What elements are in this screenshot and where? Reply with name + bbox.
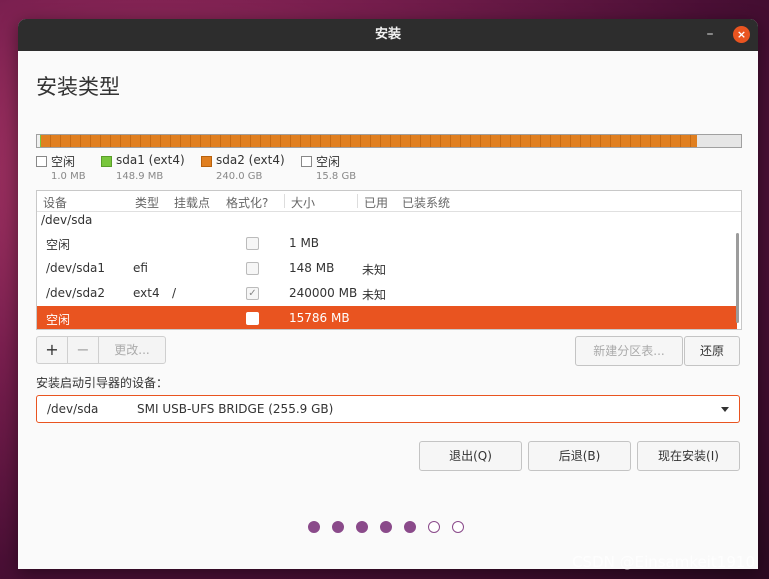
revert-button[interactable]: 还原 xyxy=(684,336,740,366)
remove-partition-button[interactable]: − xyxy=(67,336,99,364)
quit-button[interactable]: 退出(Q) xyxy=(419,441,522,471)
column-header-mount[interactable]: 挂载点 xyxy=(174,194,210,211)
cell-device: /dev/sda2 xyxy=(46,286,106,300)
cell-used: 未知 xyxy=(362,263,387,277)
bootloader-label: 安装启动引导器的设备： xyxy=(36,376,169,390)
cell-device: 空闲 xyxy=(46,238,71,252)
window-title: 安装 xyxy=(374,27,401,42)
partition-bar-sda2 xyxy=(40,135,698,147)
minimize-button[interactable]: – xyxy=(702,27,718,43)
cell-used: 未知 xyxy=(362,288,387,302)
title-bar: 安装 – × xyxy=(18,19,758,51)
legend-name: 空闲 xyxy=(316,155,341,169)
progress-dot xyxy=(308,521,320,533)
legend-swatch xyxy=(301,156,312,167)
format-checkbox[interactable] xyxy=(246,312,259,325)
cell-size: 15786 MB xyxy=(289,311,350,325)
cell-type: efi xyxy=(133,261,148,275)
legend-size: 240.0 GB xyxy=(216,171,263,182)
installer-window: 安装 – × 安装类型 空闲 1.0 MB sda1 (ext4) 148.9 … xyxy=(18,19,758,569)
progress-dot xyxy=(380,521,392,533)
dropdown-arrow-icon xyxy=(721,407,729,412)
table-row[interactable]: /dev/sda1 efi 148 MB 未知 xyxy=(37,256,737,281)
change-partition-button[interactable]: 更改... xyxy=(98,336,166,364)
legend-name: sda2 (ext4) xyxy=(216,153,285,167)
table-row[interactable]: /dev/sda2 ext4 / ✓ 240000 MB 未知 xyxy=(37,281,737,306)
progress-dot xyxy=(452,521,464,533)
partition-table: 设备 类型 挂载点 格式化? 大小 已用 已装系统 /dev/sda 空闲 1 … xyxy=(36,190,742,330)
install-now-button[interactable]: 现在安装(I) xyxy=(637,441,740,471)
format-checkbox-checked[interactable]: ✓ xyxy=(246,287,259,300)
table-row-selected[interactable]: 空闲 15786 MB xyxy=(37,306,737,329)
bootloader-description: SMI USB-UFS BRIDGE (255.9 GB) xyxy=(137,402,334,416)
legend-size: 148.9 MB xyxy=(116,171,164,182)
legend-size: 15.8 GB xyxy=(316,171,357,182)
legend-size: 1.0 MB xyxy=(51,171,86,182)
progress-dot xyxy=(428,521,440,533)
table-row[interactable]: 空闲 1 MB xyxy=(37,231,737,256)
group-device: /dev/sda xyxy=(41,213,93,227)
column-header-system[interactable]: 已装系统 xyxy=(402,194,450,211)
column-header-size[interactable]: 大小 xyxy=(284,194,315,210)
add-partition-button[interactable]: + xyxy=(36,336,68,364)
column-header-format[interactable]: 格式化? xyxy=(226,194,268,211)
legend-swatch xyxy=(201,156,212,167)
legend-name: sda1 (ext4) xyxy=(116,153,185,167)
column-header-used[interactable]: 已用 xyxy=(357,194,388,210)
legend-name: 空闲 xyxy=(51,155,76,169)
partition-bar-free-2 xyxy=(697,135,741,147)
cell-type: ext4 xyxy=(133,286,160,300)
column-header-type[interactable]: 类型 xyxy=(135,194,159,211)
cell-device: 空闲 xyxy=(46,313,71,327)
close-button[interactable]: × xyxy=(733,26,750,43)
back-button[interactable]: 后退(B) xyxy=(528,441,631,471)
watermark: CSDN @Einsamkeit1910 xyxy=(572,553,755,571)
partition-usage-bar xyxy=(36,134,742,148)
format-checkbox[interactable] xyxy=(246,237,259,250)
legend-swatch xyxy=(36,156,47,167)
page-title: 安装类型 xyxy=(36,75,120,99)
cell-device: /dev/sda1 xyxy=(46,261,106,275)
cell-size: 148 MB xyxy=(289,261,335,275)
table-header: 设备 类型 挂载点 格式化? 大小 已用 已装系统 xyxy=(37,191,741,212)
column-header-device[interactable]: 设备 xyxy=(43,194,67,211)
progress-dot xyxy=(404,521,416,533)
table-group-row[interactable]: /dev/sda xyxy=(37,211,737,231)
legend-swatch xyxy=(101,156,112,167)
cell-size: 1 MB xyxy=(289,236,320,250)
new-partition-table-button[interactable]: 新建分区表... xyxy=(575,336,683,366)
progress-dot xyxy=(356,521,368,533)
cell-size: 240000 MB xyxy=(289,286,358,300)
bootloader-device: /dev/sda xyxy=(47,402,99,416)
progress-dot xyxy=(332,521,344,533)
cell-mount: / xyxy=(172,286,177,300)
table-scrollbar[interactable] xyxy=(736,233,739,323)
partition-legend: 空闲 1.0 MB sda1 (ext4) 148.9 MB sda2 (ext… xyxy=(36,153,740,186)
format-checkbox[interactable] xyxy=(246,262,259,275)
bootloader-device-select[interactable]: /dev/sda SMI USB-UFS BRIDGE (255.9 GB) xyxy=(36,395,740,423)
